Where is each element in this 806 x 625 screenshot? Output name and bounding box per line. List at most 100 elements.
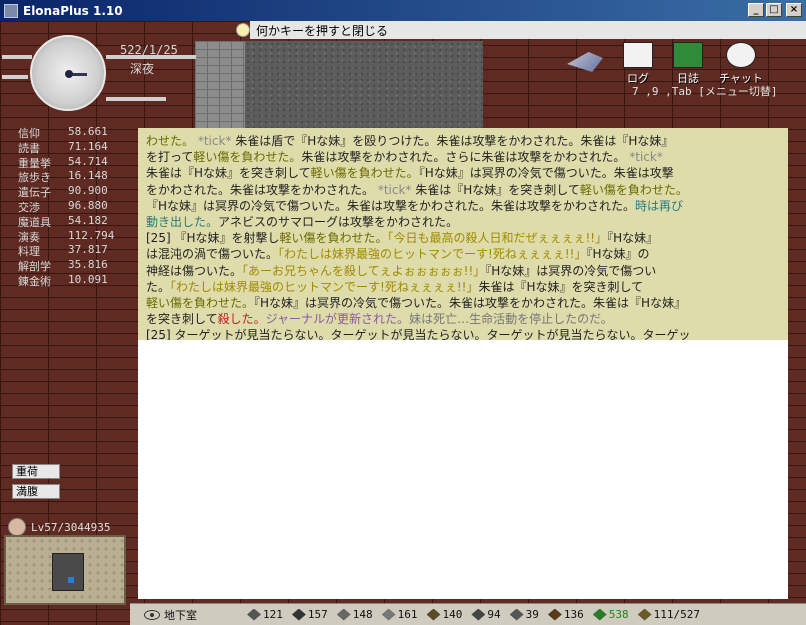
stat-star: 94: [471, 608, 501, 621]
book-icon: [426, 608, 441, 621]
log-line: た。「わたしは妹界最強のヒットマンでーす!死ねぇぇぇぇ!!」朱雀は『Hな妹』を突…: [146, 279, 780, 295]
chat-icon: [726, 42, 756, 68]
skill-row: 料理 37.817: [18, 243, 108, 259]
app-icon: [4, 3, 18, 18]
stat-value: 140: [442, 608, 463, 621]
log-segment: *tick*: [625, 150, 663, 165]
stat-value: 157: [307, 608, 328, 621]
log-segment: 『Hな妹』の: [586, 247, 650, 262]
game-view[interactable]: 何かキーを押すと閉じる 522/1/25 深夜 ログ 日誌 チャット 7 ,9 …: [0, 21, 806, 625]
burden-status-badge: 重荷: [12, 464, 60, 479]
log-segment: 殺した。: [217, 312, 266, 327]
log-segment: 朱雀は『Hな妹』を突き刺して: [478, 279, 644, 294]
log-segment: 「あーお兄ちゃんを殺してぇよぉぉぉぉぉ!!」: [242, 263, 486, 278]
stat-value: 111/527: [653, 608, 700, 621]
stat-leaf: 538: [592, 608, 629, 621]
stat-value: 121: [263, 608, 283, 621]
maximize-button[interactable]: □: [766, 3, 782, 17]
stat-wing: 161: [381, 608, 418, 621]
stat-value: 538: [608, 608, 629, 621]
close-button[interactable]: ×: [786, 3, 802, 17]
log-segment: 軽い傷を負わせた。: [310, 166, 419, 181]
log-segment: 朱雀は攻撃をかわされた。さらに朱雀は攻撃をかわされた。: [301, 150, 626, 165]
leaf-icon: [592, 608, 607, 621]
log-line: [25] ターゲットが見当たらない。ターゲットが見当たらない。ターゲットが見当た…: [146, 327, 780, 341]
log-segment: [25] 『Hな妹』を射撃し: [146, 231, 280, 246]
skull-icon: [291, 608, 306, 621]
log-segment: 『Hな妹』は冥界の冷気で傷ついた。朱雀は攻撃をかわされた。朱雀は『Hな妹』: [254, 296, 687, 311]
skill-row: 演奏 112.794: [18, 228, 115, 244]
log-segment: は混沌の渦で傷ついた。: [146, 247, 279, 262]
wing-icon: [381, 608, 396, 621]
minimize-button[interactable]: _: [748, 3, 764, 17]
log-segment: 朱雀は『Hな妹』を突き刺して: [146, 166, 311, 181]
window-title: ElonaPlus 1.10: [23, 3, 123, 18]
log-segment: た。: [146, 279, 171, 294]
prompt: 何かキーを押すと閉じる: [236, 21, 388, 39]
ship-icon: [567, 52, 603, 72]
message-log-blank-area: [138, 340, 788, 599]
log-line: を打って軽い傷を負わせた。朱雀は攻撃をかわされた。さらに朱雀は攻撃をかわされた。…: [146, 149, 780, 165]
menu-hint: 7 ,9 ,Tab [メニュー切替]: [632, 85, 778, 98]
log-segment: 時は再び: [635, 198, 684, 213]
log-segment: 「今日も最高の殺人日和だぜぇぇぇぇ!!」: [387, 231, 608, 246]
skill-row: 錬金術 10.091: [18, 272, 108, 288]
stat-bird: 136: [547, 608, 584, 621]
player-level: Lv57/3044935: [8, 518, 110, 536]
log-segment: を打って: [146, 150, 194, 165]
log-segment: *tick*: [194, 134, 236, 148]
stat-value: 94: [487, 608, 501, 621]
skill-row: 読書 71.164: [18, 139, 108, 155]
log-line: わせた。 *tick* 朱雀は盾で『Hな妹』を殴りつけた。朱雀は攻撃をかわされた…: [146, 133, 780, 149]
log-segment: 妹は死亡…生命活動を停止したのだ。: [409, 312, 613, 327]
log-segment: わせた。: [146, 134, 195, 148]
log-line: は混沌の渦で傷ついた。「わたしは妹界最強のヒットマンでーす!死ねぇぇぇぇ!!」『…: [146, 246, 780, 262]
stat-value: 148: [352, 608, 373, 621]
prompt-text: 何かキーを押すと閉じる: [256, 23, 389, 38]
stat-eye-ring: 39: [509, 608, 539, 621]
log-segment: 軽い傷を負わせた。: [146, 296, 255, 311]
log-segment: ジャーナルが更新された。: [265, 312, 410, 327]
clock-icon: [30, 35, 106, 111]
menu-log[interactable]: ログ: [613, 42, 663, 85]
log-segment: アネビスのサマローグは攻撃をかわされた。: [218, 215, 459, 230]
log-segment: 動き出した。: [146, 215, 219, 230]
quill-icon: [623, 42, 653, 68]
portrait-icon: [8, 518, 26, 536]
message-log: わせた。 *tick* 朱雀は盾で『Hな妹』を殴りつけた。朱雀は攻撃をかわされた…: [138, 128, 788, 341]
stat-skull: 157: [291, 608, 328, 621]
log-line: 軽い傷を負わせた。『Hな妹』は冥界の冷気で傷ついた。朱雀は攻撃をかわされた。朱雀…: [146, 295, 780, 311]
log-line: 朱雀は『Hな妹』を突き刺して軽い傷を負わせた。『Hな妹』は冥界の冷気で傷ついた。…: [146, 165, 780, 181]
log-segment: 軽い傷を負わせた。: [279, 231, 388, 246]
skill-row: 遺伝子 90.900: [18, 184, 108, 200]
status-bar: 地下室 121 157 148 161 140 94 39 136 538 111/527: [130, 603, 806, 625]
skill-list: 信仰 58.661 読書 71.164 重量挙 54.714 旅歩き 16.148 遺伝…: [18, 125, 130, 288]
log-segment: 『Hな妹』は冥界の冷気で傷ついた。朱雀は攻撃: [418, 166, 674, 181]
menu-chat[interactable]: チャット: [713, 42, 769, 85]
menu-journal[interactable]: 日誌: [663, 42, 713, 85]
log-segment: 「わたしは妹界最強のヒットマンでーす!死ねぇぇぇぇ!!」: [278, 247, 587, 262]
log-line: 『Hな妹』は冥界の冷気で傷ついた。朱雀は攻撃をかわされた。朱雀は攻撃をかわされた…: [146, 198, 780, 214]
location-text: 地下室: [164, 608, 197, 622]
log-segment: 朱雀は『Hな妹』を突き刺して: [415, 182, 580, 197]
stat-book: 140: [426, 608, 463, 621]
log-segment: *tick*: [374, 182, 416, 197]
log-segment: 神経は傷ついた。: [146, 263, 243, 278]
shield-icon: [637, 608, 652, 621]
stat-value: 136: [563, 608, 584, 621]
sword-icon: [247, 608, 261, 621]
log-segment: 『Hな妹』: [607, 231, 659, 246]
log-line: をかわされた。朱雀は攻撃をかわされた。 *tick* 朱雀は『Hな妹』を突き刺し…: [146, 182, 780, 198]
minimap[interactable]: [4, 535, 126, 605]
log-segment: 『Hな妹』は冥界の冷気で傷ついた。朱雀は攻撃をかわされた。朱雀は攻撃をかわされた…: [146, 198, 636, 213]
log-segment: 『Hな妹』は冥界の冷気で傷つい: [485, 263, 657, 278]
bird-icon: [547, 608, 562, 621]
date-text: 522/1/25: [120, 43, 178, 57]
stat-value: 161: [397, 608, 418, 621]
title-bar: ElonaPlus 1.10 _ □ ×: [0, 0, 806, 21]
skill-row: 魔道具 54.182: [18, 213, 108, 229]
log-line: 神経は傷ついた。「あーお兄ちゃんを殺してぇよぉぉぉぉぉ!!」『Hな妹』は冥界の冷…: [146, 263, 780, 279]
stat-arrow: 148: [336, 608, 373, 621]
skill-row: 旅歩き 16.148: [18, 169, 108, 185]
stat-shield: 111/527: [637, 608, 700, 621]
